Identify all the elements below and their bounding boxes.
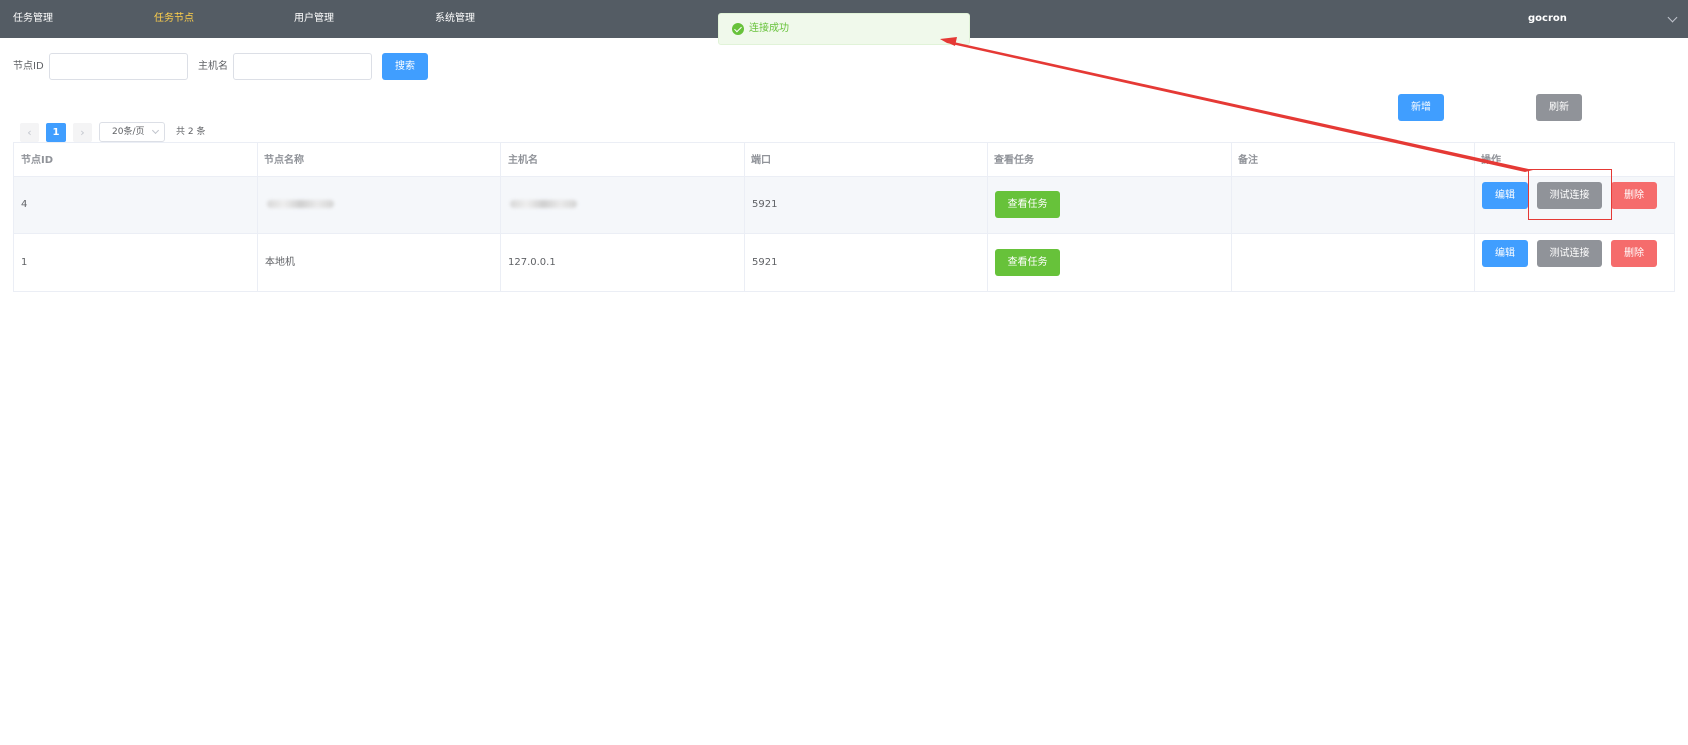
nav-item-task-nodes[interactable]: 任务节点 xyxy=(154,0,194,38)
column-header-actions: 操作 xyxy=(1481,155,1501,166)
toast-message: 连接成功 xyxy=(749,23,789,34)
chevron-down-icon xyxy=(1667,12,1678,23)
table-row-hover-bg xyxy=(14,176,1674,233)
cell-node-id: 4 xyxy=(21,199,28,210)
page-size-select[interactable]: 20条/页 xyxy=(99,122,165,142)
check-circle-icon xyxy=(732,23,744,35)
cell-port: 5921 xyxy=(752,199,778,210)
row-divider xyxy=(14,233,1674,234)
view-tasks-button[interactable]: 查看任务 xyxy=(995,249,1060,276)
annotation-highlight-box xyxy=(1528,169,1612,220)
nav-item-system-management[interactable]: 系统管理 xyxy=(435,0,475,38)
column-header-remark: 备注 xyxy=(1238,155,1258,166)
col-divider xyxy=(1231,143,1232,291)
column-header-node-name: 节点名称 xyxy=(264,155,304,166)
col-divider xyxy=(987,143,988,291)
cell-port: 5921 xyxy=(752,257,778,268)
cell-node-id: 1 xyxy=(21,257,28,268)
column-header-port: 端口 xyxy=(751,155,771,166)
hostname-label: 主机名 xyxy=(198,61,228,72)
page-size-value: 20条/页 xyxy=(112,127,145,137)
delete-button[interactable]: 删除 xyxy=(1611,240,1657,267)
test-connection-button[interactable]: 测试连接 xyxy=(1537,240,1602,267)
cell-hostname-redacted xyxy=(510,200,577,208)
view-tasks-button[interactable]: 查看任务 xyxy=(995,191,1060,218)
edit-button[interactable]: 编辑 xyxy=(1482,240,1528,267)
column-header-view-tasks: 查看任务 xyxy=(994,155,1034,166)
cell-node-name: 本地机 xyxy=(265,257,295,268)
search-button[interactable]: 搜索 xyxy=(382,53,428,80)
nodes-table: 节点ID 节点名称 主机名 端口 查看任务 备注 操作 4 5921 查看任务 … xyxy=(13,142,1675,292)
hostname-input[interactable] xyxy=(233,53,372,80)
cell-hostname: 127.0.0.1 xyxy=(508,257,556,268)
username: gocron xyxy=(1528,13,1567,24)
column-header-hostname: 主机名 xyxy=(508,155,538,166)
add-button[interactable]: 新增 xyxy=(1398,94,1444,121)
nav-item-user-management[interactable]: 用户管理 xyxy=(294,0,334,38)
node-id-label: 节点ID xyxy=(13,61,44,72)
user-menu[interactable]: gocron xyxy=(1528,0,1688,38)
delete-button[interactable]: 删除 xyxy=(1611,182,1657,209)
pagination-total: 共 2 条 xyxy=(176,127,206,137)
page-number-current[interactable]: 1 xyxy=(46,123,66,142)
nav-item-task-management[interactable]: 任务管理 xyxy=(13,0,53,38)
header-divider xyxy=(14,176,1674,177)
prev-page-icon[interactable]: ‹ xyxy=(20,123,39,142)
success-toast: 连接成功 xyxy=(718,13,970,45)
next-page-icon[interactable]: › xyxy=(73,123,92,142)
column-header-node-id: 节点ID xyxy=(21,155,54,166)
edit-button[interactable]: 编辑 xyxy=(1482,182,1528,209)
chevron-down-icon xyxy=(151,126,160,135)
node-id-input[interactable] xyxy=(49,53,188,80)
cell-node-name-redacted xyxy=(267,200,334,208)
refresh-button[interactable]: 刷新 xyxy=(1536,94,1582,121)
col-divider xyxy=(744,143,745,291)
col-divider xyxy=(1474,143,1475,291)
col-divider xyxy=(500,143,501,291)
col-divider xyxy=(257,143,258,291)
